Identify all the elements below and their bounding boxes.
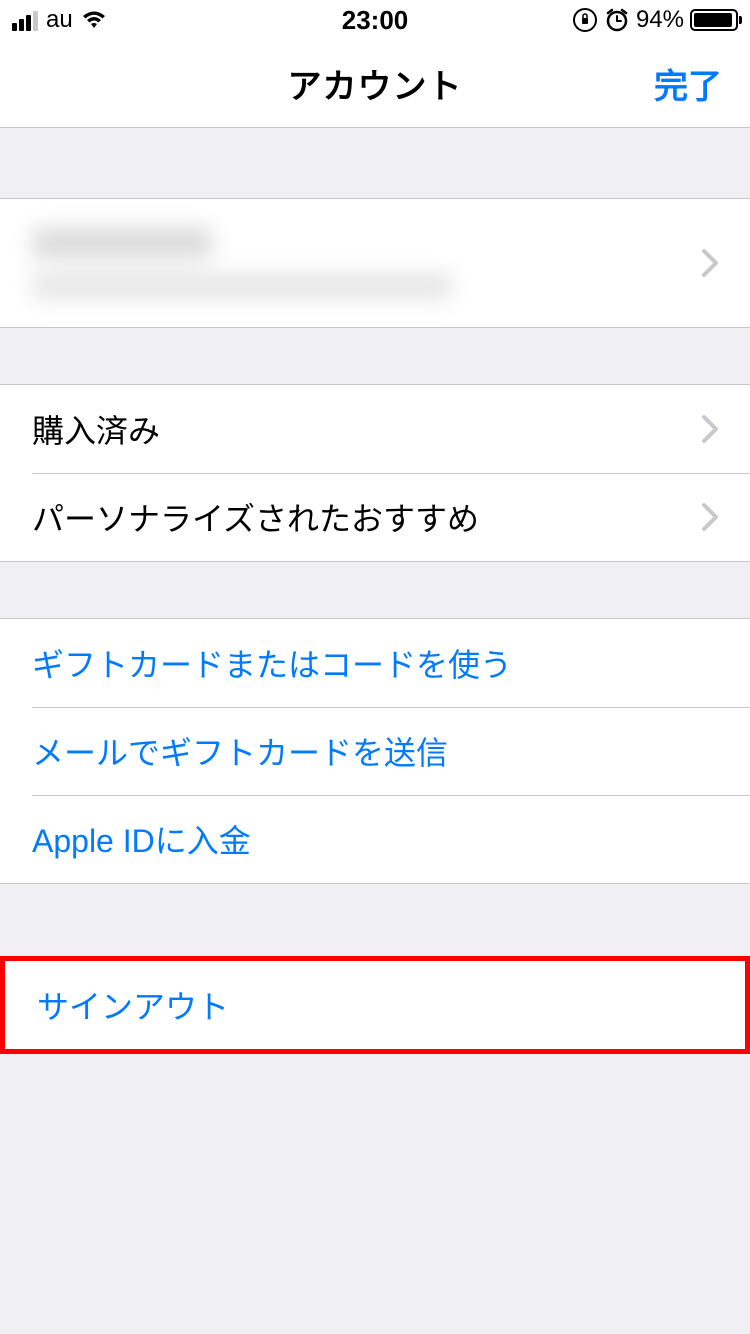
- chevron-right-icon: [702, 503, 718, 531]
- wifi-icon: [81, 10, 107, 30]
- done-button[interactable]: 完了: [654, 59, 722, 108]
- sign-out-row[interactable]: サインアウト: [5, 961, 745, 1049]
- sign-out-label: サインアウト: [37, 982, 229, 1028]
- send-gift-label: メールでギフトカードを送信: [32, 728, 448, 774]
- personalized-label: パーソナライズされたおすすめ: [32, 494, 479, 540]
- status-right: 94%: [572, 6, 738, 34]
- navigation-bar: アカウント 完了: [0, 40, 750, 128]
- redeem-gift-row[interactable]: ギフトカードまたはコードを使う: [0, 619, 750, 707]
- signal-strength-icon: [12, 9, 38, 31]
- status-time: 23:00: [342, 5, 409, 36]
- purchased-label: 購入済み: [32, 406, 160, 452]
- carrier-label: au: [46, 6, 73, 34]
- status-left: au: [12, 6, 107, 34]
- battery-percentage: 94%: [636, 6, 684, 34]
- highlight-annotation: サインアウト: [0, 956, 750, 1054]
- account-info-redacted: [32, 227, 452, 299]
- battery-icon: [690, 9, 738, 31]
- add-funds-label: Apple IDに入金: [32, 816, 251, 862]
- account-row[interactable]: [0, 199, 750, 327]
- redeem-gift-label: ギフトカードまたはコードを使う: [32, 640, 512, 686]
- list-group-signout: サインアウト: [5, 961, 745, 1049]
- account-group: [0, 198, 750, 328]
- purchased-row[interactable]: 購入済み: [0, 385, 750, 473]
- list-group-library: 購入済み パーソナライズされたおすすめ: [0, 384, 750, 562]
- personalized-recommendations-row[interactable]: パーソナライズされたおすすめ: [0, 473, 750, 561]
- chevron-right-icon: [702, 415, 718, 443]
- rotation-lock-icon: [572, 7, 598, 33]
- page-title: アカウント: [288, 59, 463, 108]
- list-group-gift: ギフトカードまたはコードを使う メールでギフトカードを送信 Apple IDに入…: [0, 618, 750, 884]
- send-gift-row[interactable]: メールでギフトカードを送信: [0, 707, 750, 795]
- add-funds-row[interactable]: Apple IDに入金: [0, 795, 750, 883]
- alarm-icon: [604, 7, 630, 33]
- chevron-right-icon: [702, 249, 718, 277]
- status-bar: au 23:00 94%: [0, 0, 750, 40]
